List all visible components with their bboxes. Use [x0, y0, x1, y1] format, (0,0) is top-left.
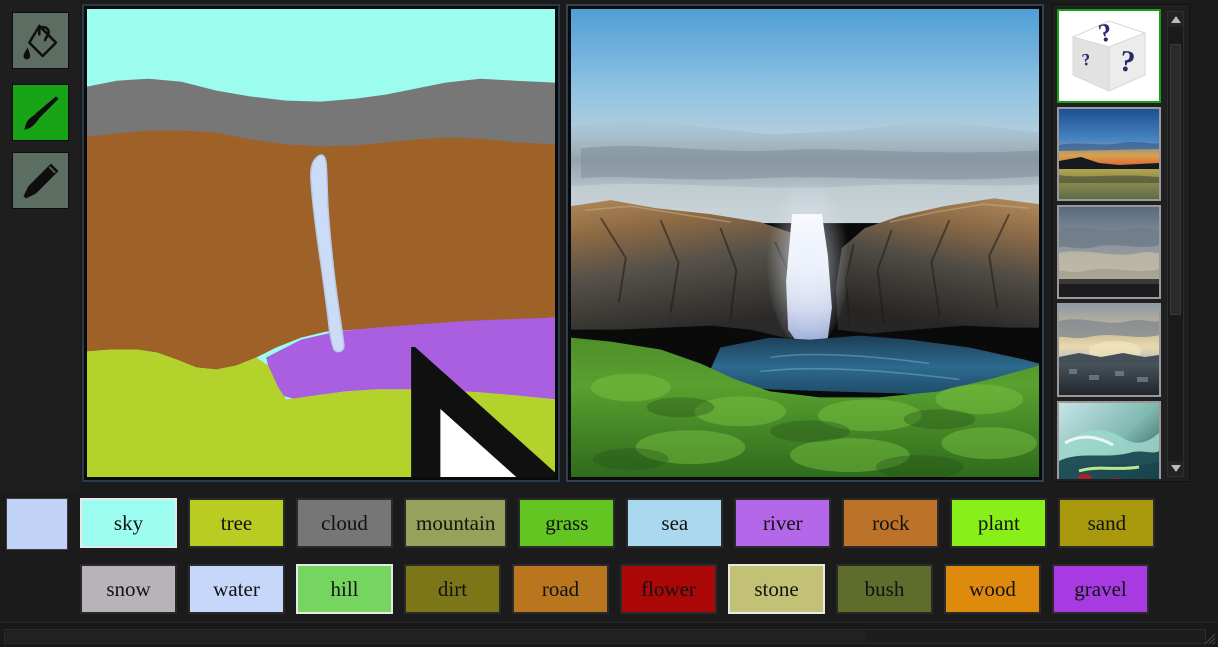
label-button-text: flower [641, 576, 696, 601]
thumbnail-random-dice[interactable]: ? ? ? [1057, 9, 1161, 103]
segmentation-canvas[interactable] [87, 9, 555, 477]
resize-grip-icon[interactable] [1204, 633, 1216, 645]
pencil-tool-button[interactable] [12, 152, 69, 209]
scroll-down-arrow-icon[interactable] [1168, 461, 1183, 476]
label-button-river[interactable]: river [734, 498, 832, 548]
label-row-2: snow water hill dirt road flower stone bush wood… [80, 564, 1149, 614]
label-button-sea[interactable]: sea [626, 498, 724, 548]
label-button-text: water [213, 576, 260, 601]
photo-waterfall-mist [766, 168, 850, 348]
label-button-text: dirt [437, 576, 468, 601]
scroll-up-arrow-icon[interactable] [1168, 12, 1183, 27]
dice-question-mark-icon: ? ? ? [1059, 11, 1159, 101]
label-button-text: rock [872, 510, 910, 535]
label-button-road[interactable]: road [512, 564, 609, 614]
label-button-cloud[interactable]: cloud [296, 498, 393, 548]
sunset-shoreline-thumb [1059, 109, 1159, 199]
label-button-bush[interactable]: bush [836, 564, 933, 614]
label-button-text: plant [977, 510, 1020, 535]
label-button-sand[interactable]: sand [1058, 498, 1156, 548]
label-button-text: gravel [1074, 576, 1127, 601]
thumbnail-sunrise-valley[interactable] [1057, 303, 1161, 397]
cloudy-sea-thumb [1059, 207, 1159, 297]
gallery-scrollbar[interactable] [1167, 11, 1184, 477]
current-color-swatch[interactable] [6, 498, 68, 550]
brush-tool-button[interactable] [12, 84, 69, 141]
image-gallery-panel: ? ? ? [1052, 4, 1190, 482]
label-button-text: mountain [416, 510, 496, 535]
app-window: ? ? ? sky tree cloud mountain grass sea … [0, 0, 1218, 647]
triangle-down-icon [1170, 465, 1181, 472]
thumbnail-list[interactable]: ? ? ? [1057, 9, 1165, 479]
sunrise-valley-thumb [1059, 305, 1159, 395]
paint-drop-icon [23, 47, 30, 59]
triangle-up-icon [1170, 16, 1181, 23]
label-button-text: hill [330, 576, 359, 601]
generated-image-panel[interactable] [566, 4, 1044, 482]
label-button-tree[interactable]: tree [188, 498, 285, 548]
label-button-snow[interactable]: snow [80, 564, 177, 614]
label-button-text: river [763, 510, 803, 535]
label-button-wood[interactable]: wood [944, 564, 1041, 614]
thumbnail-wave-painting[interactable] [1057, 401, 1161, 479]
tool-column [0, 0, 80, 490]
label-button-text: sky [113, 510, 144, 535]
label-palette: sky tree cloud mountain grass sea river rock pla… [0, 490, 1218, 622]
brush-icon [23, 95, 58, 130]
label-button-text: bush [864, 576, 905, 601]
label-button-gravel[interactable]: gravel [1052, 564, 1149, 614]
label-button-text: wood [969, 576, 1016, 601]
label-button-text: stone [754, 576, 799, 601]
paint-bucket-icon [23, 24, 57, 59]
label-button-text: sand [1087, 510, 1127, 535]
label-button-dirt[interactable]: dirt [404, 564, 501, 614]
label-button-text: tree [220, 510, 253, 535]
horizontal-scrollbar-thumb[interactable] [6, 631, 866, 642]
thumbnail-cloudy-sea[interactable] [1057, 205, 1161, 299]
label-button-water[interactable]: water [188, 564, 285, 614]
label-button-grass[interactable]: grass [518, 498, 616, 548]
label-button-hill[interactable]: hill [296, 564, 393, 614]
label-button-text: sea [661, 510, 689, 535]
label-button-sky[interactable]: sky [80, 498, 177, 548]
label-button-plant[interactable]: plant [950, 498, 1048, 548]
label-button-mountain[interactable]: mountain [404, 498, 508, 548]
label-button-rock[interactable]: rock [842, 498, 940, 548]
label-button-stone[interactable]: stone [728, 564, 825, 614]
wave-painting-thumb [1059, 403, 1159, 479]
scrollbar-thumb[interactable] [1170, 44, 1181, 315]
label-button-text: snow [106, 576, 151, 601]
label-button-text: cloud [321, 510, 368, 535]
status-bar [0, 622, 1218, 647]
segmentation-canvas-panel[interactable] [82, 4, 560, 482]
label-row-1: sky tree cloud mountain grass sea river rock pla… [80, 498, 1156, 548]
horizontal-scrollbar[interactable] [4, 629, 1206, 644]
thumbnail-sunset-shoreline[interactable] [1057, 107, 1161, 201]
label-button-text: road [541, 576, 580, 601]
generated-image [571, 9, 1039, 477]
paint-bucket-tool-button[interactable] [12, 12, 69, 69]
pencil-icon [23, 163, 58, 198]
label-button-text: grass [545, 510, 589, 535]
label-button-flower[interactable]: flower [620, 564, 717, 614]
